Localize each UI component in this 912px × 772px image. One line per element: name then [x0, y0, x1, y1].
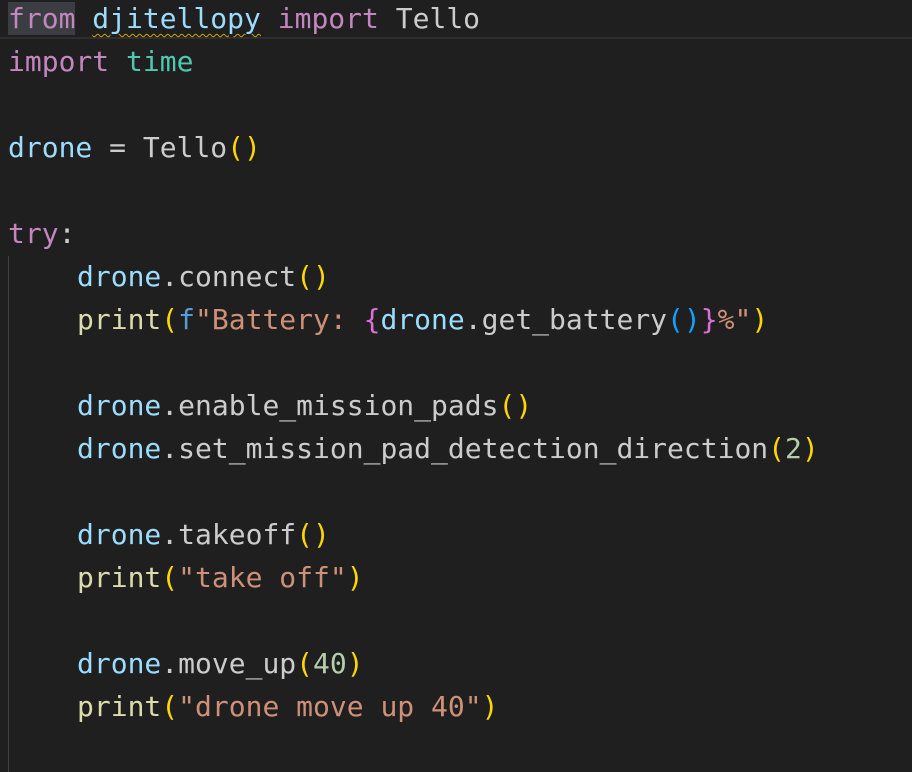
bracket: ( [296, 260, 314, 293]
operator: = [92, 131, 143, 164]
bracket: ) [313, 518, 330, 551]
bracket: ( [296, 518, 314, 551]
bracket: ( [227, 131, 245, 164]
dot: . [161, 518, 179, 551]
method: set_mission_pad_detection_direction [178, 432, 769, 465]
bracket: ) [751, 303, 769, 336]
keyword-try: try [8, 217, 59, 250]
module-name: time [126, 45, 194, 78]
code-line-2[interactable]: import time [8, 43, 193, 86]
bracket: ) [515, 389, 533, 422]
object: drone [77, 260, 162, 293]
bracket: { [363, 303, 381, 336]
object: drone [77, 389, 162, 422]
code-line-10[interactable]: drone.enable_mission_pads() [8, 387, 532, 430]
code-line-7[interactable]: drone.connect() [8, 258, 330, 301]
bracket: ) [244, 131, 261, 164]
method: get_battery [481, 303, 668, 336]
function: print [77, 303, 162, 336]
number: 40 [313, 647, 347, 680]
code-line-16[interactable]: drone.move_up(40) [8, 645, 364, 688]
object: drone [77, 647, 162, 680]
code-line-11[interactable]: drone.set_mission_pad_detection_directio… [8, 430, 819, 473]
string: "Battery: [195, 303, 364, 336]
bracket: ( [161, 561, 179, 594]
code-line-6[interactable]: try: [8, 215, 75, 258]
bracket: ) [346, 647, 364, 680]
bracket: ( [498, 389, 516, 422]
string: %" [717, 303, 752, 336]
function: print [77, 561, 162, 594]
bracket: ) [801, 432, 819, 465]
keyword-import: import [277, 2, 379, 35]
imported-class: Tello [395, 2, 481, 35]
method: enable_mission_pads [178, 389, 499, 422]
method: move_up [178, 647, 297, 680]
dot: . [161, 389, 179, 422]
code-line-4[interactable]: drone = Tello() [8, 129, 261, 172]
bracket: ( [768, 432, 786, 465]
method: connect [178, 260, 297, 293]
variable: drone [8, 131, 93, 164]
bracket: } [700, 303, 718, 336]
bracket: ( [161, 303, 179, 336]
module-name-warning[interactable]: djitellopy [92, 2, 261, 35]
code-line-17[interactable]: print("drone move up 40") [8, 688, 498, 731]
bracket: ) [346, 561, 364, 594]
code-line-8[interactable]: print(f"Battery: {drone.get_battery()}%"… [8, 301, 768, 344]
dot: . [464, 303, 482, 336]
bracket: ) [683, 303, 701, 336]
object: drone [77, 518, 162, 551]
number: 2 [785, 432, 802, 465]
dot: . [161, 432, 179, 465]
keyword-import: import [8, 45, 110, 78]
method: takeoff [178, 518, 297, 551]
code-line-13[interactable]: drone.takeoff() [8, 516, 330, 559]
code-editor[interactable]: from djitellopy import Tello import time… [0, 0, 912, 772]
object: drone [380, 303, 465, 336]
string: "take off" [178, 561, 347, 594]
keyword-from: from [8, 2, 76, 35]
dot: . [161, 260, 179, 293]
dot: . [161, 647, 179, 680]
function: print [77, 690, 162, 723]
bracket: ( [296, 647, 314, 680]
bracket: ) [313, 260, 330, 293]
code-line-14[interactable]: print("take off") [8, 559, 364, 602]
bracket: ) [481, 690, 499, 723]
class-call: Tello [142, 131, 228, 164]
string: "drone move up 40" [178, 690, 482, 723]
object: drone [77, 432, 162, 465]
fstring-prefix: f [178, 303, 196, 336]
code-line-1[interactable]: from djitellopy import Tello [8, 0, 480, 43]
colon: : [58, 217, 76, 250]
bracket: ( [667, 303, 684, 336]
bracket: ( [161, 690, 179, 723]
